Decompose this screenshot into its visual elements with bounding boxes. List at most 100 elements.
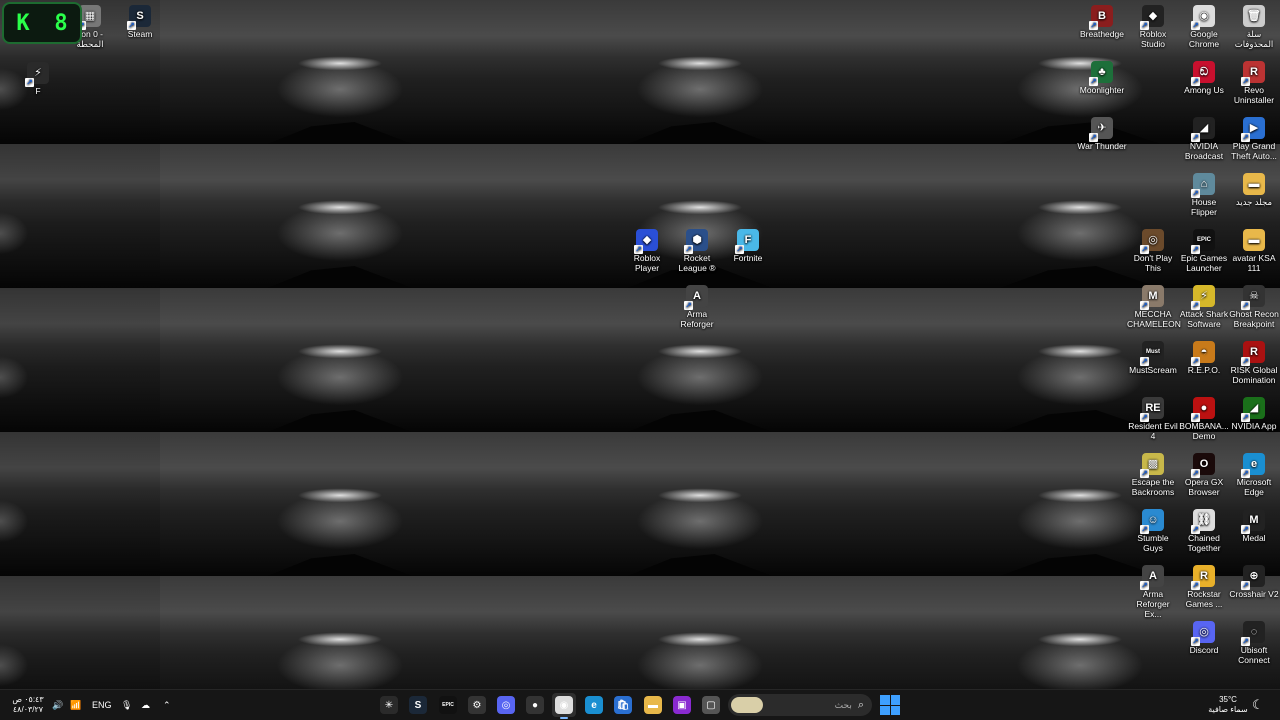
desktop-icon-roblox-player[interactable]: ◆Roblox Player	[621, 229, 673, 273]
taskbar-discord-icon[interactable]: ◎	[494, 693, 518, 717]
edge-icon: e	[1241, 453, 1265, 478]
desktop-icon-label: F	[35, 86, 41, 96]
wallpaper-tile	[160, 576, 520, 690]
desktop-icon-label: avatar KSA 111	[1232, 253, 1276, 273]
language-indicator[interactable]: ENG	[92, 690, 112, 720]
tray-app-icon[interactable]: ☁	[141, 690, 150, 720]
desktop-icon-label: MustScream	[1129, 365, 1177, 375]
taskbar-chrome-icon[interactable]: ◉	[552, 693, 576, 719]
wallpaper-tile	[520, 432, 880, 576]
desktop-icon-chrome[interactable]: ◉Google Chrome	[1178, 5, 1230, 49]
desktop-icon-chained-together[interactable]: ⛓Chained Together	[1178, 509, 1230, 553]
desktop-icon-escape-backrooms[interactable]: ▩Escape the Backrooms	[1127, 453, 1179, 497]
taskbar-edge-icon[interactable]: e	[582, 693, 606, 717]
desktop-icon-risk[interactable]: RRISK Global Domination	[1228, 341, 1280, 385]
taskbar-store-icon[interactable]: 🛍	[611, 693, 635, 717]
desktop-icon-recycle-bin[interactable]: 🗑 سلة المحذوفات	[1228, 5, 1280, 49]
desktop-icon-among-us[interactable]: ඞAmong Us	[1178, 61, 1230, 95]
desktop-icon-fortnite[interactable]: FFortnite	[722, 229, 774, 263]
wifi-icon[interactable]: 📶	[70, 690, 81, 720]
taskbar-app-window-icon[interactable]: ▢	[699, 693, 723, 717]
desktop-icon-bombana[interactable]: ●BOMBANA... Demo	[1178, 397, 1230, 441]
desktop-icon-ubisoft[interactable]: ◌Ubisoft Connect	[1228, 621, 1280, 665]
desktop-icon-roblox-studio[interactable]: ◆Roblox Studio	[1127, 5, 1179, 49]
desktop-icon-label: R.E.P.O.	[1187, 365, 1221, 375]
desktop-icon-gta[interactable]: ▶Play Grand Theft Auto...	[1228, 117, 1280, 161]
volume-icon[interactable]: 🔊	[52, 690, 63, 720]
wallpaper-tile	[160, 0, 520, 144]
taskbar-epic-icon[interactable]: EPIC	[436, 693, 460, 717]
desktop-icon-edge[interactable]: eMicrosoft Edge	[1228, 453, 1280, 497]
desktop-icon-discord[interactable]: ◎Discord	[1178, 621, 1230, 655]
taskbar-photos-icon[interactable]: ▣	[670, 693, 694, 717]
desktop-icon-war-thunder[interactable]: ✈War Thunder	[1076, 117, 1128, 151]
taskbar-copilot-icon[interactable]: ✳	[377, 693, 401, 717]
store-icon: 🛍	[614, 696, 632, 714]
desktop-icon-dont-play-this[interactable]: ◎Don't Play This	[1127, 229, 1179, 273]
search-box[interactable]: بحث ⌕	[728, 694, 872, 716]
desktop-icon-repo[interactable]: ◓R.E.P.O.	[1178, 341, 1230, 375]
desktop-icon-stumble-guys[interactable]: ☺Stumble Guys	[1127, 509, 1179, 553]
opera-gx-icon: O	[1191, 453, 1215, 478]
taskbar-obs-icon[interactable]: ●	[523, 693, 547, 717]
desktop-icon-meccha[interactable]: MMECCHA CHAMELEON	[1127, 285, 1181, 329]
chevron-up-icon[interactable]: ⌃	[163, 690, 171, 720]
desktop-icon-medal[interactable]: MMedal	[1228, 509, 1280, 543]
arma-reforger-ex-icon: A	[1140, 565, 1164, 590]
desktop-icon-label: NVIDIA App	[1231, 421, 1277, 431]
desktop-icon-steam[interactable]: SSteam	[114, 5, 166, 39]
fortnite-icon: F	[735, 229, 759, 254]
desktop-icon-crosshair[interactable]: ⊕Crosshair V2	[1228, 565, 1280, 599]
desktop-icon-resident-evil[interactable]: REResident Evil 4	[1127, 397, 1179, 441]
desktop-icon-label: سلة المحذوفات	[1234, 29, 1274, 49]
desktop-icon-moonlighter[interactable]: ♣Moonlighter	[1076, 61, 1128, 95]
desktop-icon-label: Breathedge	[1080, 29, 1124, 39]
escape-backrooms-icon: ▩	[1140, 453, 1164, 478]
desktop-icon-label: Stumble Guys	[1137, 533, 1169, 553]
desktop-icon-f[interactable]: ⚡F	[12, 62, 64, 96]
desktop-icon-avatar-ksa[interactable]: ▬ avatar KSA 111	[1228, 229, 1280, 273]
search-placeholder: بحث	[834, 699, 852, 710]
desktop-icon-label: RISK Global Domination	[1230, 365, 1278, 385]
resident-evil-icon: RE	[1140, 397, 1164, 422]
weather-temp: 35°C	[1219, 695, 1237, 704]
desktop-icon-rockstar[interactable]: RRockstar Games ...	[1178, 565, 1230, 609]
desktop-icon-rocket-league[interactable]: ⬢Rocket League ®	[671, 229, 723, 273]
taskbar-explorer-icon[interactable]: ▬	[641, 693, 665, 717]
desktop-icon-opera-gx[interactable]: OOpera GX Browser	[1178, 453, 1230, 497]
desktop-icon-label: Play Grand Theft Auto...	[1231, 141, 1277, 161]
desktop-icon-ghost-recon[interactable]: ☠Ghost Recon Breakpoint	[1228, 285, 1280, 329]
edge-icon: e	[585, 696, 603, 714]
desktop-icon-nvidia-broadcast[interactable]: ◢NVIDIA Broadcast	[1178, 117, 1230, 161]
desktop-icon-arma-reforger-ex[interactable]: AArma Reforger Ex...	[1127, 565, 1179, 619]
nvidia-app-icon: ◢	[1241, 397, 1265, 422]
moonlighter-icon: ♣	[1089, 61, 1113, 86]
desktop-icon-revo[interactable]: RRevo Uninstaller	[1228, 61, 1280, 105]
weather-widget[interactable]: 35°C سماء صافية	[1204, 690, 1252, 720]
search-highlight-icon	[731, 697, 763, 713]
desktop-icon-breathedge[interactable]: BBreathedge	[1076, 5, 1128, 39]
microphone-icon[interactable]: 🎙	[121, 690, 132, 720]
breathedge-icon: B	[1089, 5, 1113, 30]
taskbar-steam-icon[interactable]: S	[406, 693, 430, 717]
epic-icon: EPIC	[1191, 229, 1215, 254]
desktop-icon-attack-shark[interactable]: ⚡Attack Shark Software	[1178, 285, 1230, 329]
war-thunder-icon: ✈	[1089, 117, 1113, 142]
desktop-icon-label: Microsoft Edge	[1236, 477, 1272, 497]
desktop-icon-label: Revo Uninstaller	[1233, 85, 1275, 105]
start-icon[interactable]	[880, 695, 900, 715]
steelseries-icon: ⚙	[468, 696, 486, 714]
clock[interactable]: ٠٥:٤٣ ص ٤٨/٠٣/٢٧	[8, 690, 48, 720]
taskbar-steelseries-icon[interactable]: ⚙	[465, 693, 489, 717]
desktop-icon-new-folder[interactable]: ▬ مجلد جديد	[1228, 173, 1280, 207]
desktop-icon-house-flipper[interactable]: ⌂House Flipper	[1178, 173, 1230, 217]
desktop-icon-mustscream[interactable]: MustMustScream	[1127, 341, 1179, 375]
roblox-player-icon: ◆	[634, 229, 658, 254]
overlay-widget[interactable]: K 8	[2, 2, 82, 44]
overlay-left-char: K	[16, 10, 30, 36]
desktop-icon-epic[interactable]: EPICEpic Games Launcher	[1178, 229, 1230, 273]
desktop-icon-label: Roblox Studio	[1139, 29, 1167, 49]
desktop-icon-nvidia-app[interactable]: ◢NVIDIA App	[1228, 397, 1280, 431]
desktop-icon-label: Don't Play This	[1133, 253, 1173, 273]
desktop-icon-arma-reforger[interactable]: AArma Reforger	[671, 285, 723, 329]
